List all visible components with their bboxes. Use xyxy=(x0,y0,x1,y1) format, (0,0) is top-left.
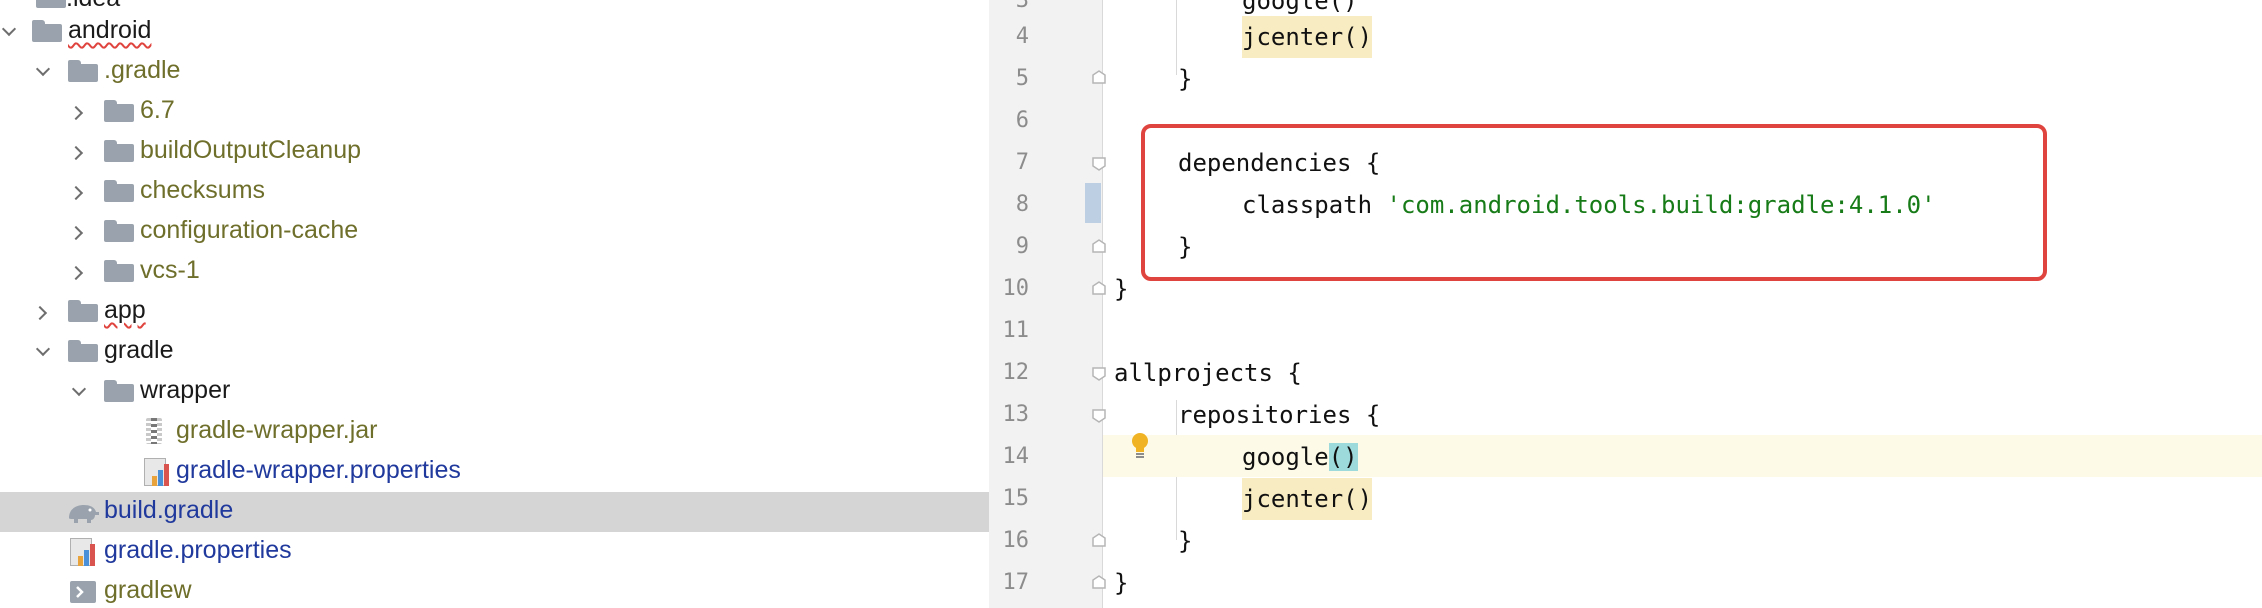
tree-item-checksums[interactable]: checksums xyxy=(0,172,989,212)
code-line[interactable]: allprojects { xyxy=(1114,352,1302,394)
chevron-right-icon[interactable] xyxy=(72,186,84,198)
tree-item-configuration-cache[interactable]: configuration-cache xyxy=(0,212,989,252)
tree-item-wrapper[interactable]: wrapper xyxy=(0,372,989,412)
folder-icon xyxy=(68,340,98,362)
code-line[interactable]: } xyxy=(1178,520,1192,562)
line-number: 9 xyxy=(1015,234,1029,259)
line-number: 12 xyxy=(1002,360,1030,385)
line-number: 14 xyxy=(1002,444,1030,469)
code-line[interactable]: } xyxy=(1114,562,1128,604)
code-line[interactable]: } xyxy=(1114,268,1128,310)
module-folder-icon xyxy=(32,20,62,42)
folder-icon xyxy=(104,380,134,402)
gradle-elephant-icon xyxy=(66,500,100,524)
line-number: 11 xyxy=(1002,318,1030,343)
tree-item-label: wrapper xyxy=(140,376,231,404)
tree-item-label: gradle.properties xyxy=(104,536,292,564)
tree-item-dot-gradle[interactable]: .gradle xyxy=(0,52,989,92)
chevron-right-icon[interactable] xyxy=(72,106,84,118)
line-number: 13 xyxy=(1002,402,1030,427)
chevron-down-icon[interactable] xyxy=(72,386,84,398)
tree-item-app[interactable]: app xyxy=(0,292,989,332)
annotation-box xyxy=(1141,124,2047,281)
tree-item-label: gradle-wrapper.jar xyxy=(176,416,378,444)
line-number: 8 xyxy=(1015,192,1029,217)
line-number: 17 xyxy=(1002,570,1030,595)
fold-start-icon[interactable] xyxy=(1092,409,1106,423)
tree-item-label: app xyxy=(104,296,146,324)
line-number: 10 xyxy=(1002,276,1030,301)
fold-start-icon[interactable] xyxy=(1092,367,1106,381)
tree-item-label: checksums xyxy=(140,176,266,204)
code-line[interactable]: google() xyxy=(1242,436,1358,478)
tree-item-label: configuration-cache xyxy=(140,216,359,244)
fold-end-icon[interactable] xyxy=(1092,239,1106,253)
tree-item-label: build.gradle xyxy=(104,496,234,524)
tree-item-6-7[interactable]: 6.7 xyxy=(0,92,989,132)
matched-brace: () xyxy=(1328,443,1358,471)
chevron-right-icon[interactable] xyxy=(36,306,48,318)
code-token: google xyxy=(1242,443,1329,471)
tree-item-gradlew[interactable]: gradlew xyxy=(0,572,989,608)
tree-item-label: gradle xyxy=(104,336,174,364)
line-number: 6 xyxy=(1015,108,1029,133)
chevron-down-icon[interactable] xyxy=(36,66,48,78)
vcs-modified-marker[interactable] xyxy=(1085,183,1101,223)
fold-end-icon[interactable] xyxy=(1092,281,1106,295)
folder-icon xyxy=(104,180,134,202)
tree-item-label: .gradle xyxy=(104,56,181,84)
tree-item-label: gradlew xyxy=(104,576,192,604)
code-line[interactable]: jcenter() xyxy=(1242,16,1373,58)
tree-item-gradle[interactable]: gradle xyxy=(0,332,989,372)
tree-item-buildoutputcleanup[interactable]: buildOutputCleanup xyxy=(0,132,989,172)
folder-icon xyxy=(36,0,66,8)
line-number: 15 xyxy=(1002,486,1030,511)
properties-file-icon xyxy=(142,458,170,486)
folder-icon xyxy=(104,260,134,282)
tree-item-android[interactable]: android xyxy=(0,12,989,52)
project-tree: .idea android .gradle 6.7 buildOutputCle… xyxy=(0,0,989,608)
folder-icon xyxy=(104,100,134,122)
tree-item-label: buildOutputCleanup xyxy=(140,136,361,164)
tree-item-label: vcs-1 xyxy=(140,256,200,284)
folder-icon xyxy=(68,300,98,322)
tree-item-label: 6.7 xyxy=(140,96,175,124)
properties-file-icon xyxy=(68,538,96,566)
tree-item-gradle-wrapper-properties[interactable]: gradle-wrapper.properties xyxy=(0,452,989,492)
line-number: 16 xyxy=(1002,528,1030,553)
fold-end-icon[interactable] xyxy=(1092,533,1106,547)
tree-item-label: android xyxy=(68,16,152,44)
lightbulb-icon[interactable] xyxy=(1130,432,1150,464)
shell-script-icon xyxy=(70,581,96,603)
code-editor[interactable]: 3 4 5 6 7 8 9 10 11 12 13 14 15 16 17 go… xyxy=(989,0,2262,608)
tree-item-vcs-1[interactable]: vcs-1 xyxy=(0,252,989,292)
fold-end-icon[interactable] xyxy=(1092,575,1106,589)
jar-archive-icon xyxy=(144,418,164,446)
line-number: 4 xyxy=(1015,24,1029,49)
tree-item-build-gradle[interactable]: build.gradle xyxy=(0,492,989,532)
chevron-down-icon[interactable] xyxy=(36,346,48,358)
fold-start-icon[interactable] xyxy=(1092,157,1106,171)
code-line[interactable]: } xyxy=(1178,58,1192,100)
line-number: 7 xyxy=(1015,150,1029,175)
chevron-right-icon[interactable] xyxy=(72,266,84,278)
line-number: 5 xyxy=(1015,66,1029,91)
folder-icon xyxy=(104,220,134,242)
tree-item-gradle-wrapper-jar[interactable]: gradle-wrapper.jar xyxy=(0,412,989,452)
tree-item-label: gradle-wrapper.properties xyxy=(176,456,461,484)
chevron-down-icon[interactable] xyxy=(2,26,14,38)
chevron-right-icon[interactable] xyxy=(72,146,84,158)
chevron-right-icon[interactable] xyxy=(72,226,84,238)
folder-icon xyxy=(104,140,134,162)
folder-icon xyxy=(68,60,98,82)
code-line[interactable]: jcenter() xyxy=(1242,478,1373,520)
indent-guide xyxy=(1176,0,1177,75)
fold-end-icon[interactable] xyxy=(1092,70,1106,84)
gutter-divider xyxy=(1102,0,1103,608)
code-line[interactable]: repositories { xyxy=(1178,394,1380,436)
tree-item-gradle-properties[interactable]: gradle.properties xyxy=(0,532,989,572)
